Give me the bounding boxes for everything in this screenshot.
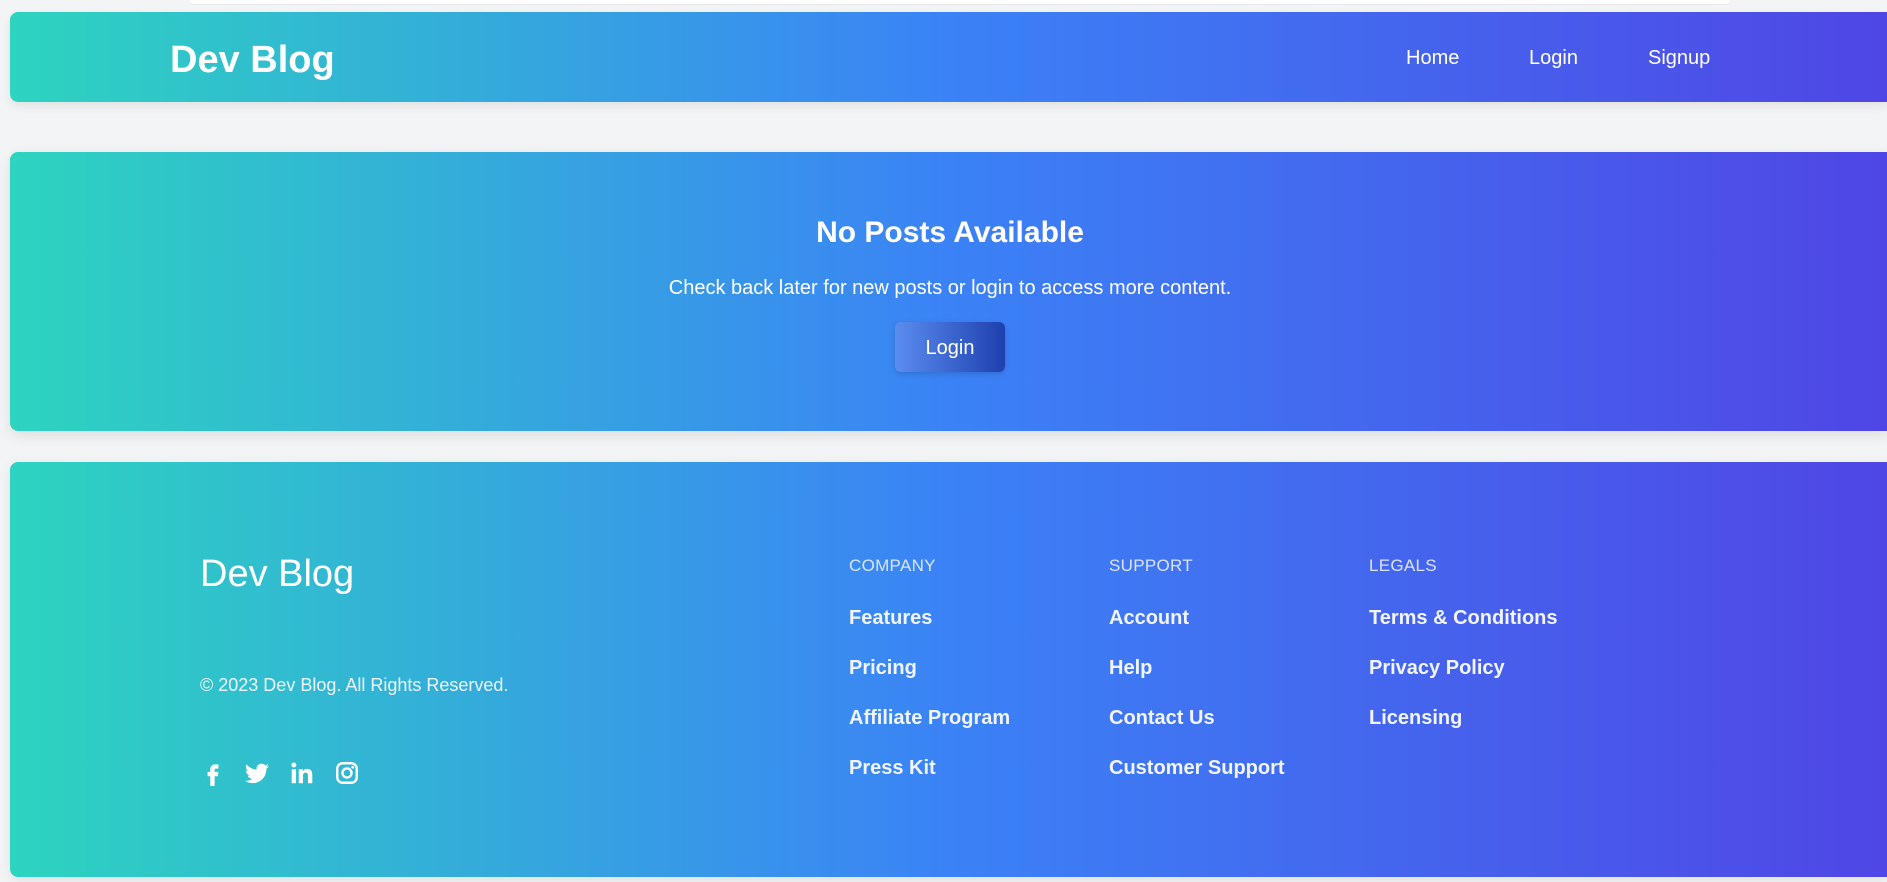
footer-column-legals: LEGALS Terms & Conditions Privacy Policy… xyxy=(1369,556,1558,756)
footer-column-support: SUPPORT Account Help Contact Us Customer… xyxy=(1109,556,1285,806)
footer-link-help[interactable]: Help xyxy=(1109,656,1285,680)
footer-link-privacy-policy[interactable]: Privacy Policy xyxy=(1369,656,1558,680)
empty-state-card: No Posts Available Check back later for … xyxy=(10,152,1887,431)
empty-state-message: Check back later for new posts or login … xyxy=(668,277,1232,299)
instagram-icon[interactable] xyxy=(334,760,360,786)
footer: Dev Blog © 2023 Dev Blog. All Rights Res… xyxy=(10,462,1887,877)
nav-home-link[interactable]: Home xyxy=(1406,46,1459,70)
footer-link-features[interactable]: Features xyxy=(849,606,1010,630)
footer-link-account[interactable]: Account xyxy=(1109,606,1285,630)
footer-column-title: LEGALS xyxy=(1369,556,1437,575)
facebook-icon[interactable] xyxy=(200,760,226,786)
footer-link-pricing[interactable]: Pricing xyxy=(849,656,1010,680)
linkedin-icon[interactable] xyxy=(289,760,315,786)
footer-column-company: COMPANY Features Pricing Affiliate Progr… xyxy=(849,556,1010,806)
footer-link-licensing[interactable]: Licensing xyxy=(1369,706,1558,730)
footer-link-press-kit[interactable]: Press Kit xyxy=(849,756,1010,780)
nav-signup-link[interactable]: Signup xyxy=(1648,46,1710,70)
footer-link-contact-us[interactable]: Contact Us xyxy=(1109,706,1285,730)
navbar: Dev Blog Home Login Signup xyxy=(10,12,1887,102)
footer-link-customer-support[interactable]: Customer Support xyxy=(1109,756,1285,780)
login-button[interactable]: Login xyxy=(895,322,1005,372)
brand-logo[interactable]: Dev Blog xyxy=(170,38,335,82)
nav-login-link[interactable]: Login xyxy=(1529,46,1578,70)
copyright-text: © 2023 Dev Blog. All Rights Reserved. xyxy=(200,675,509,695)
footer-column-title: COMPANY xyxy=(849,556,936,575)
twitter-icon[interactable] xyxy=(244,760,270,786)
empty-state-title: No Posts Available xyxy=(816,216,1084,249)
footer-link-terms-conditions[interactable]: Terms & Conditions xyxy=(1369,606,1558,630)
browser-top-strip xyxy=(190,0,1730,5)
footer-column-title: SUPPORT xyxy=(1109,556,1193,575)
footer-brand[interactable]: Dev Blog xyxy=(200,552,354,596)
footer-link-affiliate-program[interactable]: Affiliate Program xyxy=(849,706,1010,730)
